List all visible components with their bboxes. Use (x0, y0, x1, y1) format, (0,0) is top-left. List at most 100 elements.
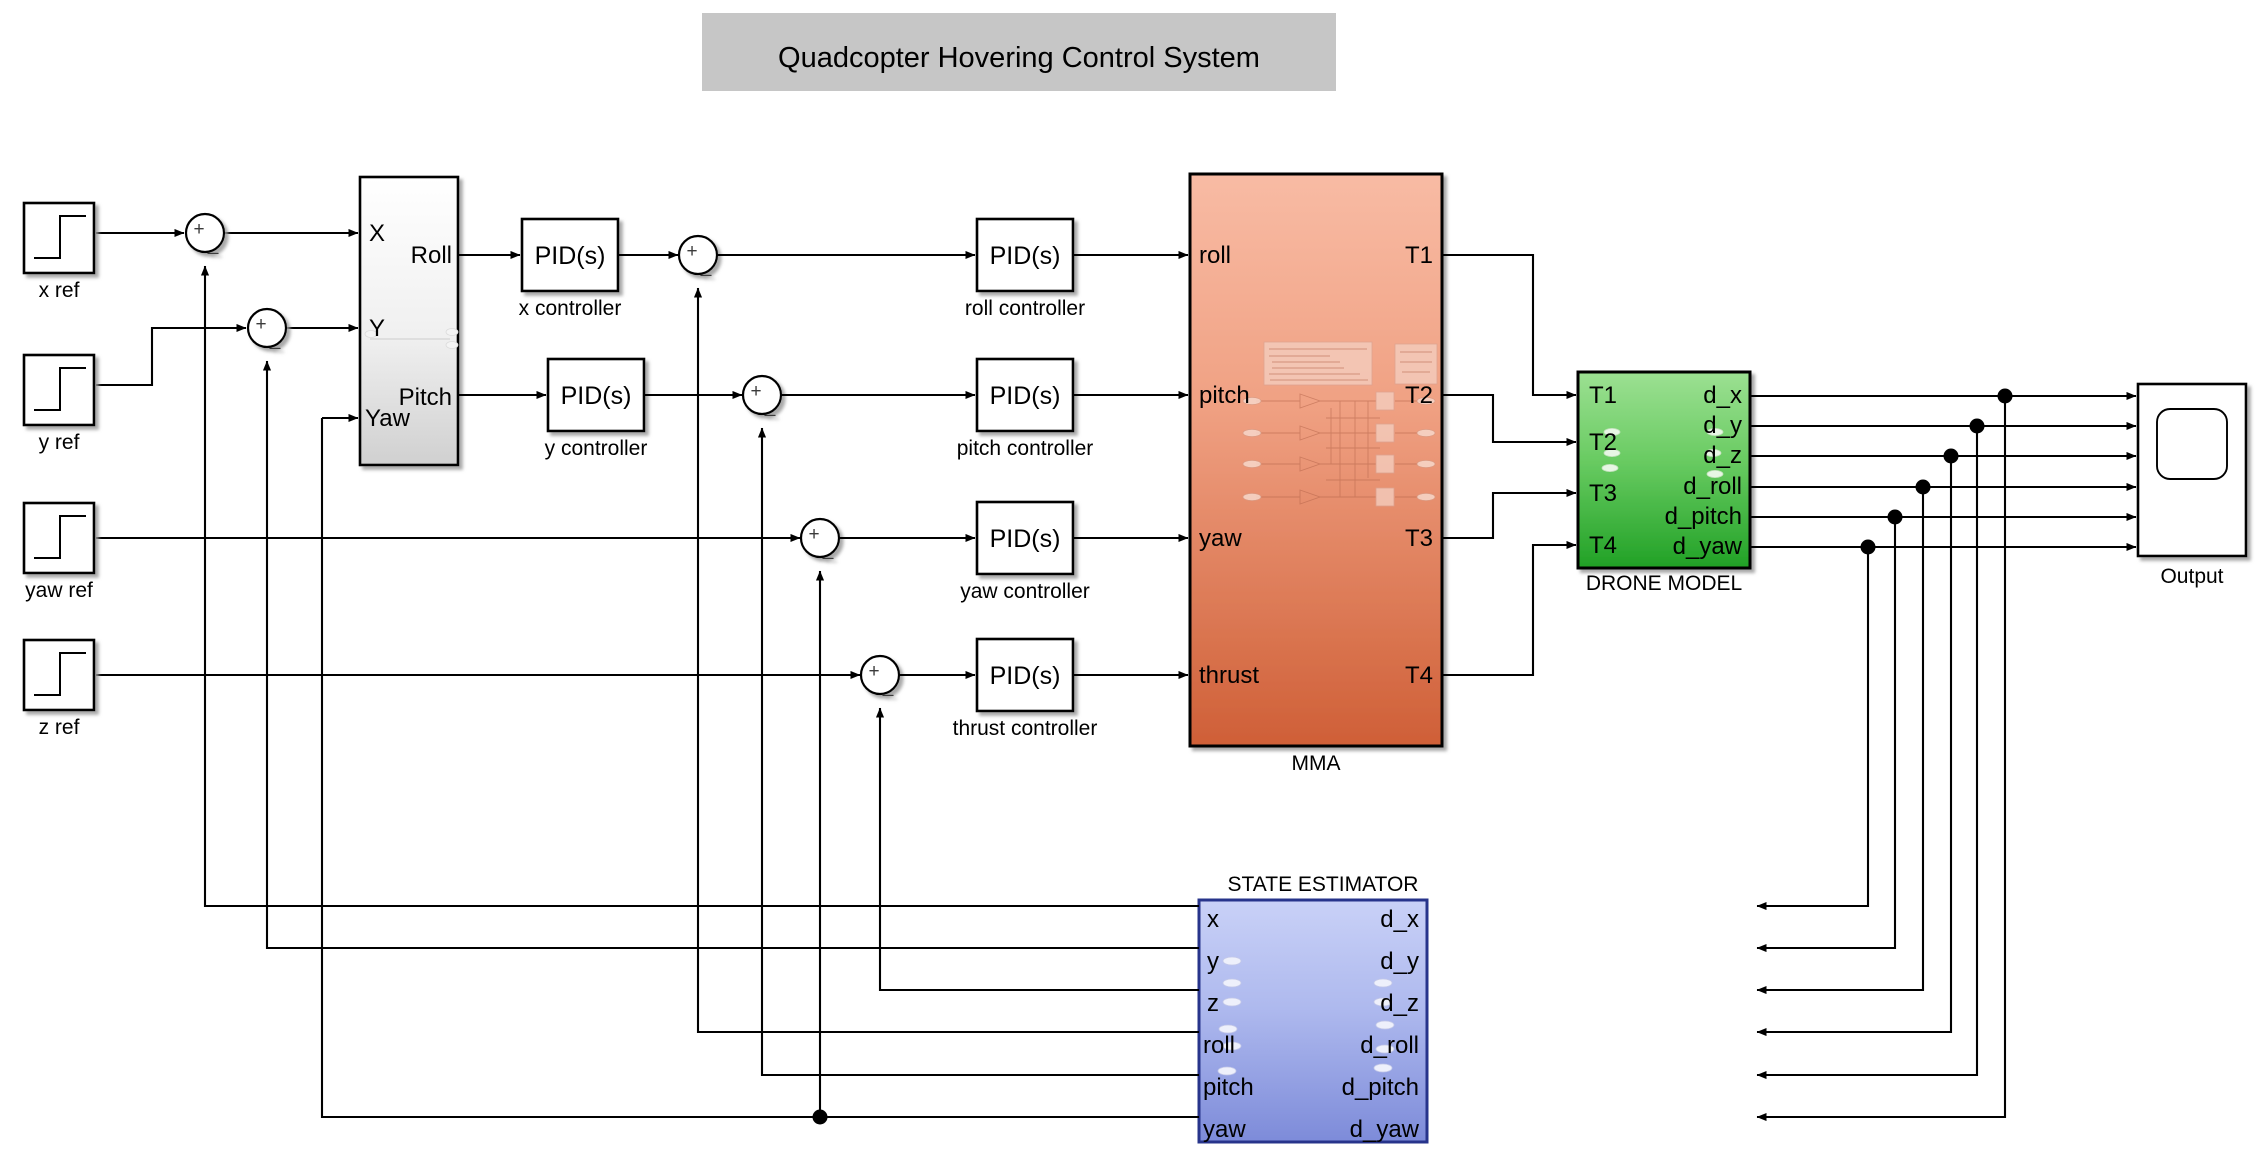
junction-dot (1943, 448, 1959, 464)
state-out-dyaw: d_yaw (1350, 1116, 1420, 1143)
sum-x-minus: _ (207, 234, 219, 255)
drone-out-dx: d_x (1703, 382, 1742, 409)
sum-roll-minus: _ (700, 256, 712, 277)
junction-dot (1860, 539, 1876, 555)
source-y-ref-label: y ref (39, 431, 80, 454)
pid-roll-controller[interactable]: PID(s) (975, 217, 1075, 293)
sum-yaw-plus: + (808, 524, 819, 545)
mma-out-t4: T4 (1405, 662, 1433, 689)
pid-y-label: y controller (545, 437, 648, 460)
source-y-ref[interactable] (22, 353, 96, 427)
wire-group-position-inputs (223, 228, 359, 423)
pid-roll-label: roll controller (965, 297, 1085, 320)
sum-thrust[interactable]: + _ (859, 654, 901, 697)
pid-pitch-label: pitch controller (957, 437, 1094, 460)
junction-dot (1915, 479, 1931, 495)
sum-pitch-plus: + (750, 381, 761, 402)
state-in-roll: roll (1203, 1032, 1235, 1059)
drone-in-t4: T4 (1589, 532, 1617, 559)
drone-in-t2: T2 (1589, 429, 1617, 456)
pid-thrust-controller[interactable]: PID(s) (975, 637, 1075, 713)
pid-x-body: PID(s) (535, 242, 606, 270)
diagram-canvas: Quadcopter Hovering Control System X Y Y… (0, 0, 2258, 1154)
pid-yaw-controller[interactable]: PID(s) (975, 500, 1075, 576)
state-out-dpitch: d_pitch (1342, 1074, 1419, 1101)
sum-y-plus: + (255, 314, 266, 335)
sum-roll-plus: + (686, 241, 697, 262)
drone-in-t3: T3 (1589, 480, 1617, 507)
state-estimator-label: STATE ESTIMATOR (1228, 873, 1419, 896)
sum-pitch-minus: _ (764, 396, 776, 417)
wire-group-left-refs (96, 228, 861, 680)
mma-in-roll: roll (1199, 242, 1231, 269)
drone-out-dpitch: d_pitch (1665, 503, 1742, 530)
drone-model-block[interactable]: T1 T2 T3 T4 d_x d_y d_z d_roll d_pitch d… (1576, 370, 1752, 570)
scope-screen-icon (2156, 408, 2228, 480)
wire-group-mma-in (1073, 250, 1189, 680)
wire-group-mma-to-drone (1442, 253, 1577, 677)
sum-x-plus: + (193, 219, 204, 240)
title-banner: Quadcopter Hovering Control System (702, 13, 1336, 91)
state-out-droll: d_roll (1360, 1032, 1419, 1059)
pid-yaw-body: PID(s) (990, 525, 1061, 553)
output-scope[interactable] (2136, 382, 2248, 558)
pid-x-controller[interactable]: PID(s) (520, 217, 620, 293)
junction-dot (1997, 388, 2013, 404)
source-x-ref[interactable] (22, 201, 96, 275)
mma-out-t1: T1 (1405, 242, 1433, 269)
source-z-ref[interactable] (22, 638, 96, 712)
state-estimator-block[interactable]: x y z roll pitch yaw d_x d_y d_z d_roll … (1197, 898, 1429, 1144)
pid-pitch-controller[interactable]: PID(s) (975, 357, 1075, 433)
source-z-ref-label: z ref (39, 716, 80, 739)
output-scope-label: Output (2160, 565, 2223, 588)
junction-dot (1969, 418, 1985, 434)
mma-in-thrust: thrust (1199, 662, 1259, 689)
mma-in-pitch: pitch (1199, 382, 1250, 409)
junction-dot (812, 1109, 828, 1125)
mma-out-t2: T2 (1405, 382, 1433, 409)
sum-x[interactable]: + _ (184, 212, 226, 255)
pid-yaw-label: yaw controller (960, 580, 1090, 603)
wire-group-state-feedback-drops (1756, 396, 2007, 1122)
state-out-dz: d_z (1380, 990, 1419, 1017)
sum-pitch[interactable]: + _ (741, 374, 783, 417)
position-in-y: Y (369, 315, 385, 342)
wire-group-mid-pid-in (717, 250, 976, 680)
mma-in-yaw: yaw (1199, 525, 1242, 552)
page-title: Quadcopter Hovering Control System (778, 42, 1260, 74)
drone-out-dz: d_z (1703, 442, 1742, 469)
source-x-ref-label: x ref (39, 279, 80, 302)
mma-block[interactable]: roll pitch yaw thrust T1 T2 T3 T4 (1188, 172, 1444, 748)
sum-thrust-minus: _ (882, 676, 894, 697)
mma-label: MMA (1292, 752, 1341, 775)
state-out-dy: d_y (1380, 948, 1419, 975)
junction-dot (1887, 509, 1903, 525)
drone-in-t1: T1 (1589, 382, 1617, 409)
drone-out-dyaw: d_yaw (1673, 533, 1743, 560)
position-controller[interactable]: X Y Yaw Roll Pitch (358, 175, 460, 467)
pid-x-label: x controller (519, 297, 622, 320)
source-yaw-ref-label: yaw ref (25, 579, 93, 602)
junction-dots-feedback (1860, 388, 2013, 555)
sum-roll[interactable]: + _ (677, 234, 719, 277)
position-out-roll: Roll (411, 242, 452, 269)
sum-thrust-plus: + (868, 661, 879, 682)
sum-y[interactable]: + _ (246, 307, 288, 350)
sum-y-minus: _ (269, 329, 281, 350)
state-in-x: x (1207, 906, 1219, 933)
pid-roll-body: PID(s) (990, 242, 1061, 270)
pid-pitch-body: PID(s) (990, 382, 1061, 410)
pid-y-controller[interactable]: PID(s) (546, 357, 646, 433)
state-in-pitch: pitch (1203, 1074, 1254, 1101)
source-yaw-ref[interactable] (22, 501, 96, 575)
state-in-z: z (1207, 990, 1219, 1017)
wire-group-drone-to-scope (1750, 391, 2137, 552)
sum-yaw-minus: _ (822, 539, 834, 560)
state-out-dx: d_x (1380, 906, 1419, 933)
state-in-y: y (1207, 948, 1219, 975)
mma-out-t3: T3 (1405, 525, 1433, 552)
position-out-pitch: Pitch (399, 384, 452, 411)
drone-out-dy: d_y (1703, 412, 1742, 439)
pid-thrust-body: PID(s) (990, 662, 1061, 690)
sum-yaw[interactable]: + _ (799, 517, 841, 560)
